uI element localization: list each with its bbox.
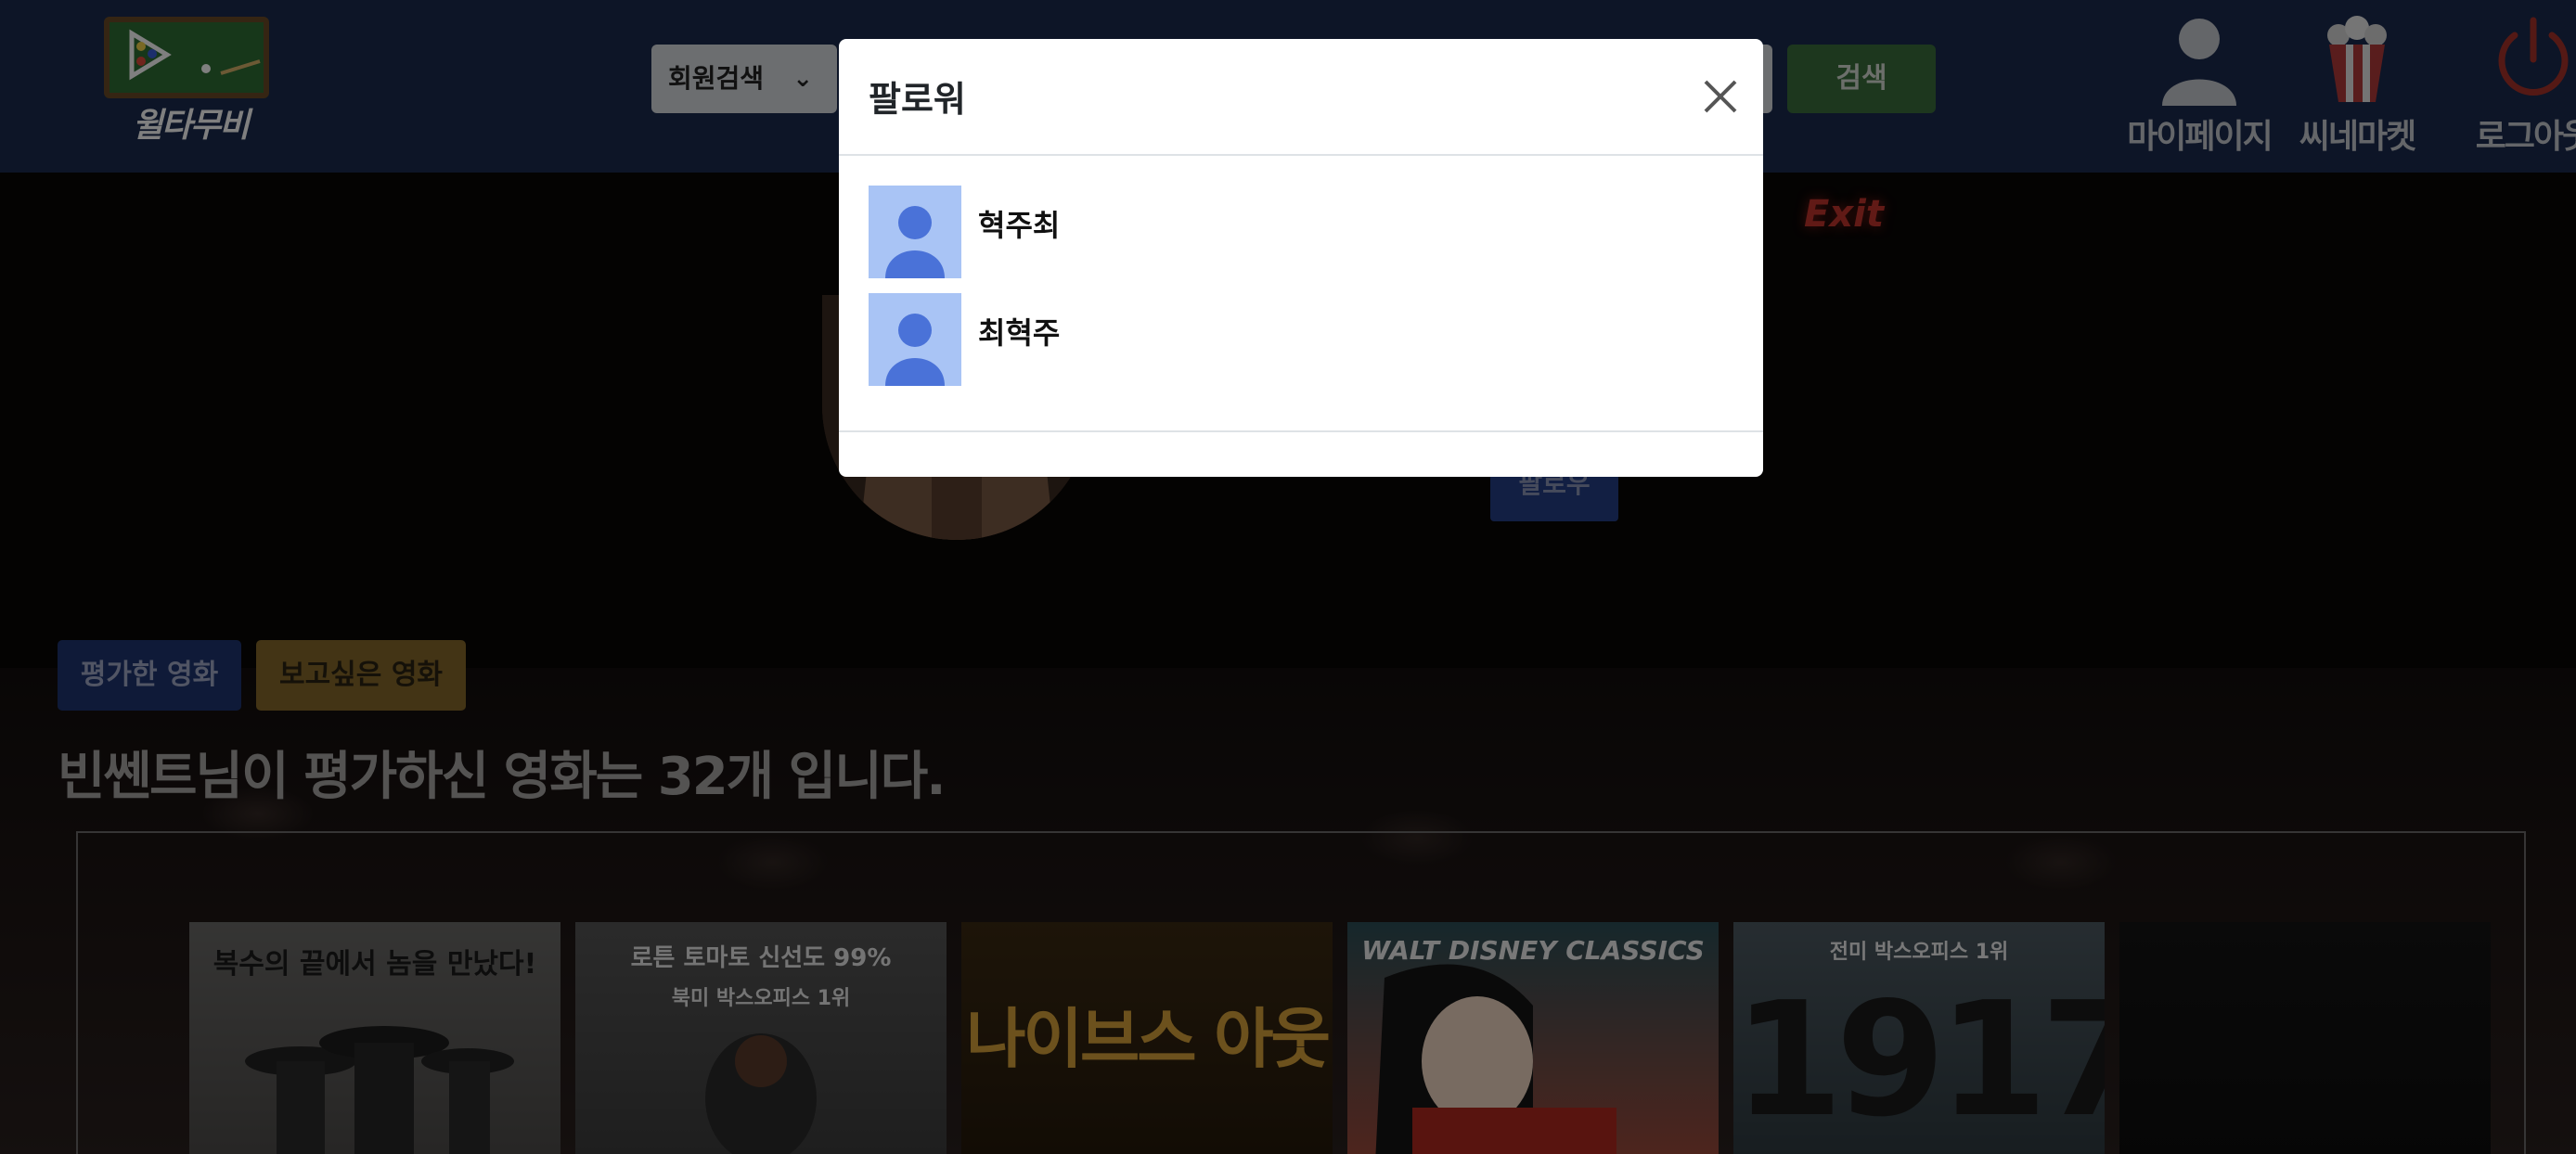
followers-modal: 팔로워 혁주최 최혁주 [839,39,1763,477]
avatar [869,293,961,386]
follower-name: 혁주최 [978,208,1061,243]
avatar [869,186,961,278]
modal-footer [839,430,1763,477]
close-icon[interactable] [1700,76,1741,117]
follower-item[interactable]: 혁주최 [869,186,1704,280]
modal-title: 팔로워 [869,79,966,120]
modal-header: 팔로워 [839,39,1763,156]
follower-name: 최혁주 [978,315,1061,351]
follower-item[interactable]: 최혁주 [869,293,1704,388]
